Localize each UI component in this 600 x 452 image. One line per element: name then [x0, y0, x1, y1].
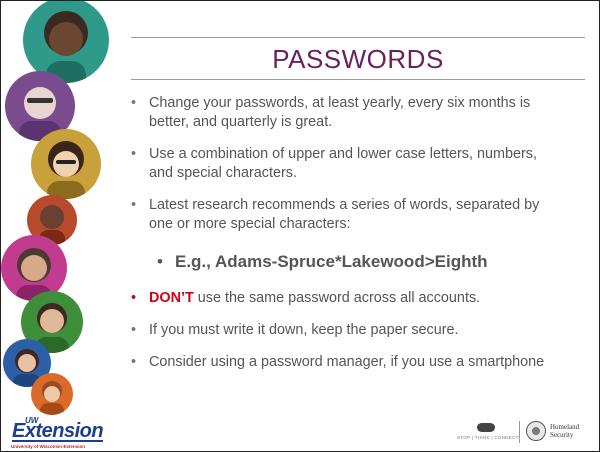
title-rule-bottom	[131, 79, 585, 80]
uw-extension-logo: UW Extension University of Wisconsin-Ext…	[7, 415, 107, 449]
bullet-text: Change your passwords, at least yearly, …	[149, 95, 531, 130]
dhs-line2: Security	[550, 431, 574, 439]
bullet-text: Use a combination of upper and lower cas…	[149, 146, 537, 181]
bullet-text: Latest research recommends a series of w…	[149, 197, 540, 232]
dhs-text: Homeland Security	[550, 423, 579, 439]
example-bullet: • E.g., Adams-Spruce*Lakewood>Eighth	[129, 252, 559, 271]
extension-label: Extension	[12, 420, 104, 442]
bullet-dot: •	[131, 354, 137, 370]
dont-emphasis: DON’T	[149, 290, 194, 306]
bullet-dot: •	[131, 290, 137, 306]
campaign-words: STOP | THINK | CONNECT	[457, 435, 519, 440]
bullet-item: • Change your passwords, at least yearly…	[129, 94, 559, 132]
bullet-dot: •	[131, 95, 137, 111]
slide: PASSWORDS • Change your passwords, at le…	[0, 0, 600, 452]
person-photo-3	[31, 129, 101, 199]
bullet-dot: •	[131, 146, 137, 162]
bullet-list: • Change your passwords, at least yearly…	[129, 94, 559, 385]
bullet-text: Consider using a password manager, if yo…	[149, 354, 545, 370]
stop-think-connect-logo: STOP | THINK | CONNECT	[457, 421, 519, 443]
bullet-text: use the same password across all account…	[193, 290, 481, 306]
stop-think-connect-icon	[477, 423, 495, 432]
bullet-dot: •	[131, 322, 137, 338]
homeland-security-logo: Homeland Security	[526, 420, 588, 444]
bullet-item: • Latest research recommends a series of…	[129, 196, 559, 234]
bullet-item: • Consider using a password manager, if …	[129, 353, 559, 372]
dhs-line1: Homeland	[550, 423, 580, 431]
extension-sub: University of Wisconsin-Extension	[11, 444, 85, 449]
dont-bullet: • DON’T use the same password across all…	[129, 289, 559, 308]
bullet-item: • If you must write it down, keep the pa…	[129, 321, 559, 340]
bullet-text: If you must write it down, keep the pape…	[149, 322, 459, 338]
bullet-dot: •	[131, 197, 137, 213]
slide-title: PASSWORDS	[272, 44, 444, 74]
example-password: E.g., Adams-Spruce*Lakewood>Eighth	[175, 252, 488, 271]
bullet-item: • Use a combination of upper and lower c…	[129, 145, 559, 183]
title-rule-top	[131, 37, 585, 38]
bullet-dot: •	[157, 252, 163, 271]
footer-divider	[519, 421, 520, 443]
dhs-seal-icon	[526, 421, 546, 441]
person-photo-8	[31, 373, 73, 415]
